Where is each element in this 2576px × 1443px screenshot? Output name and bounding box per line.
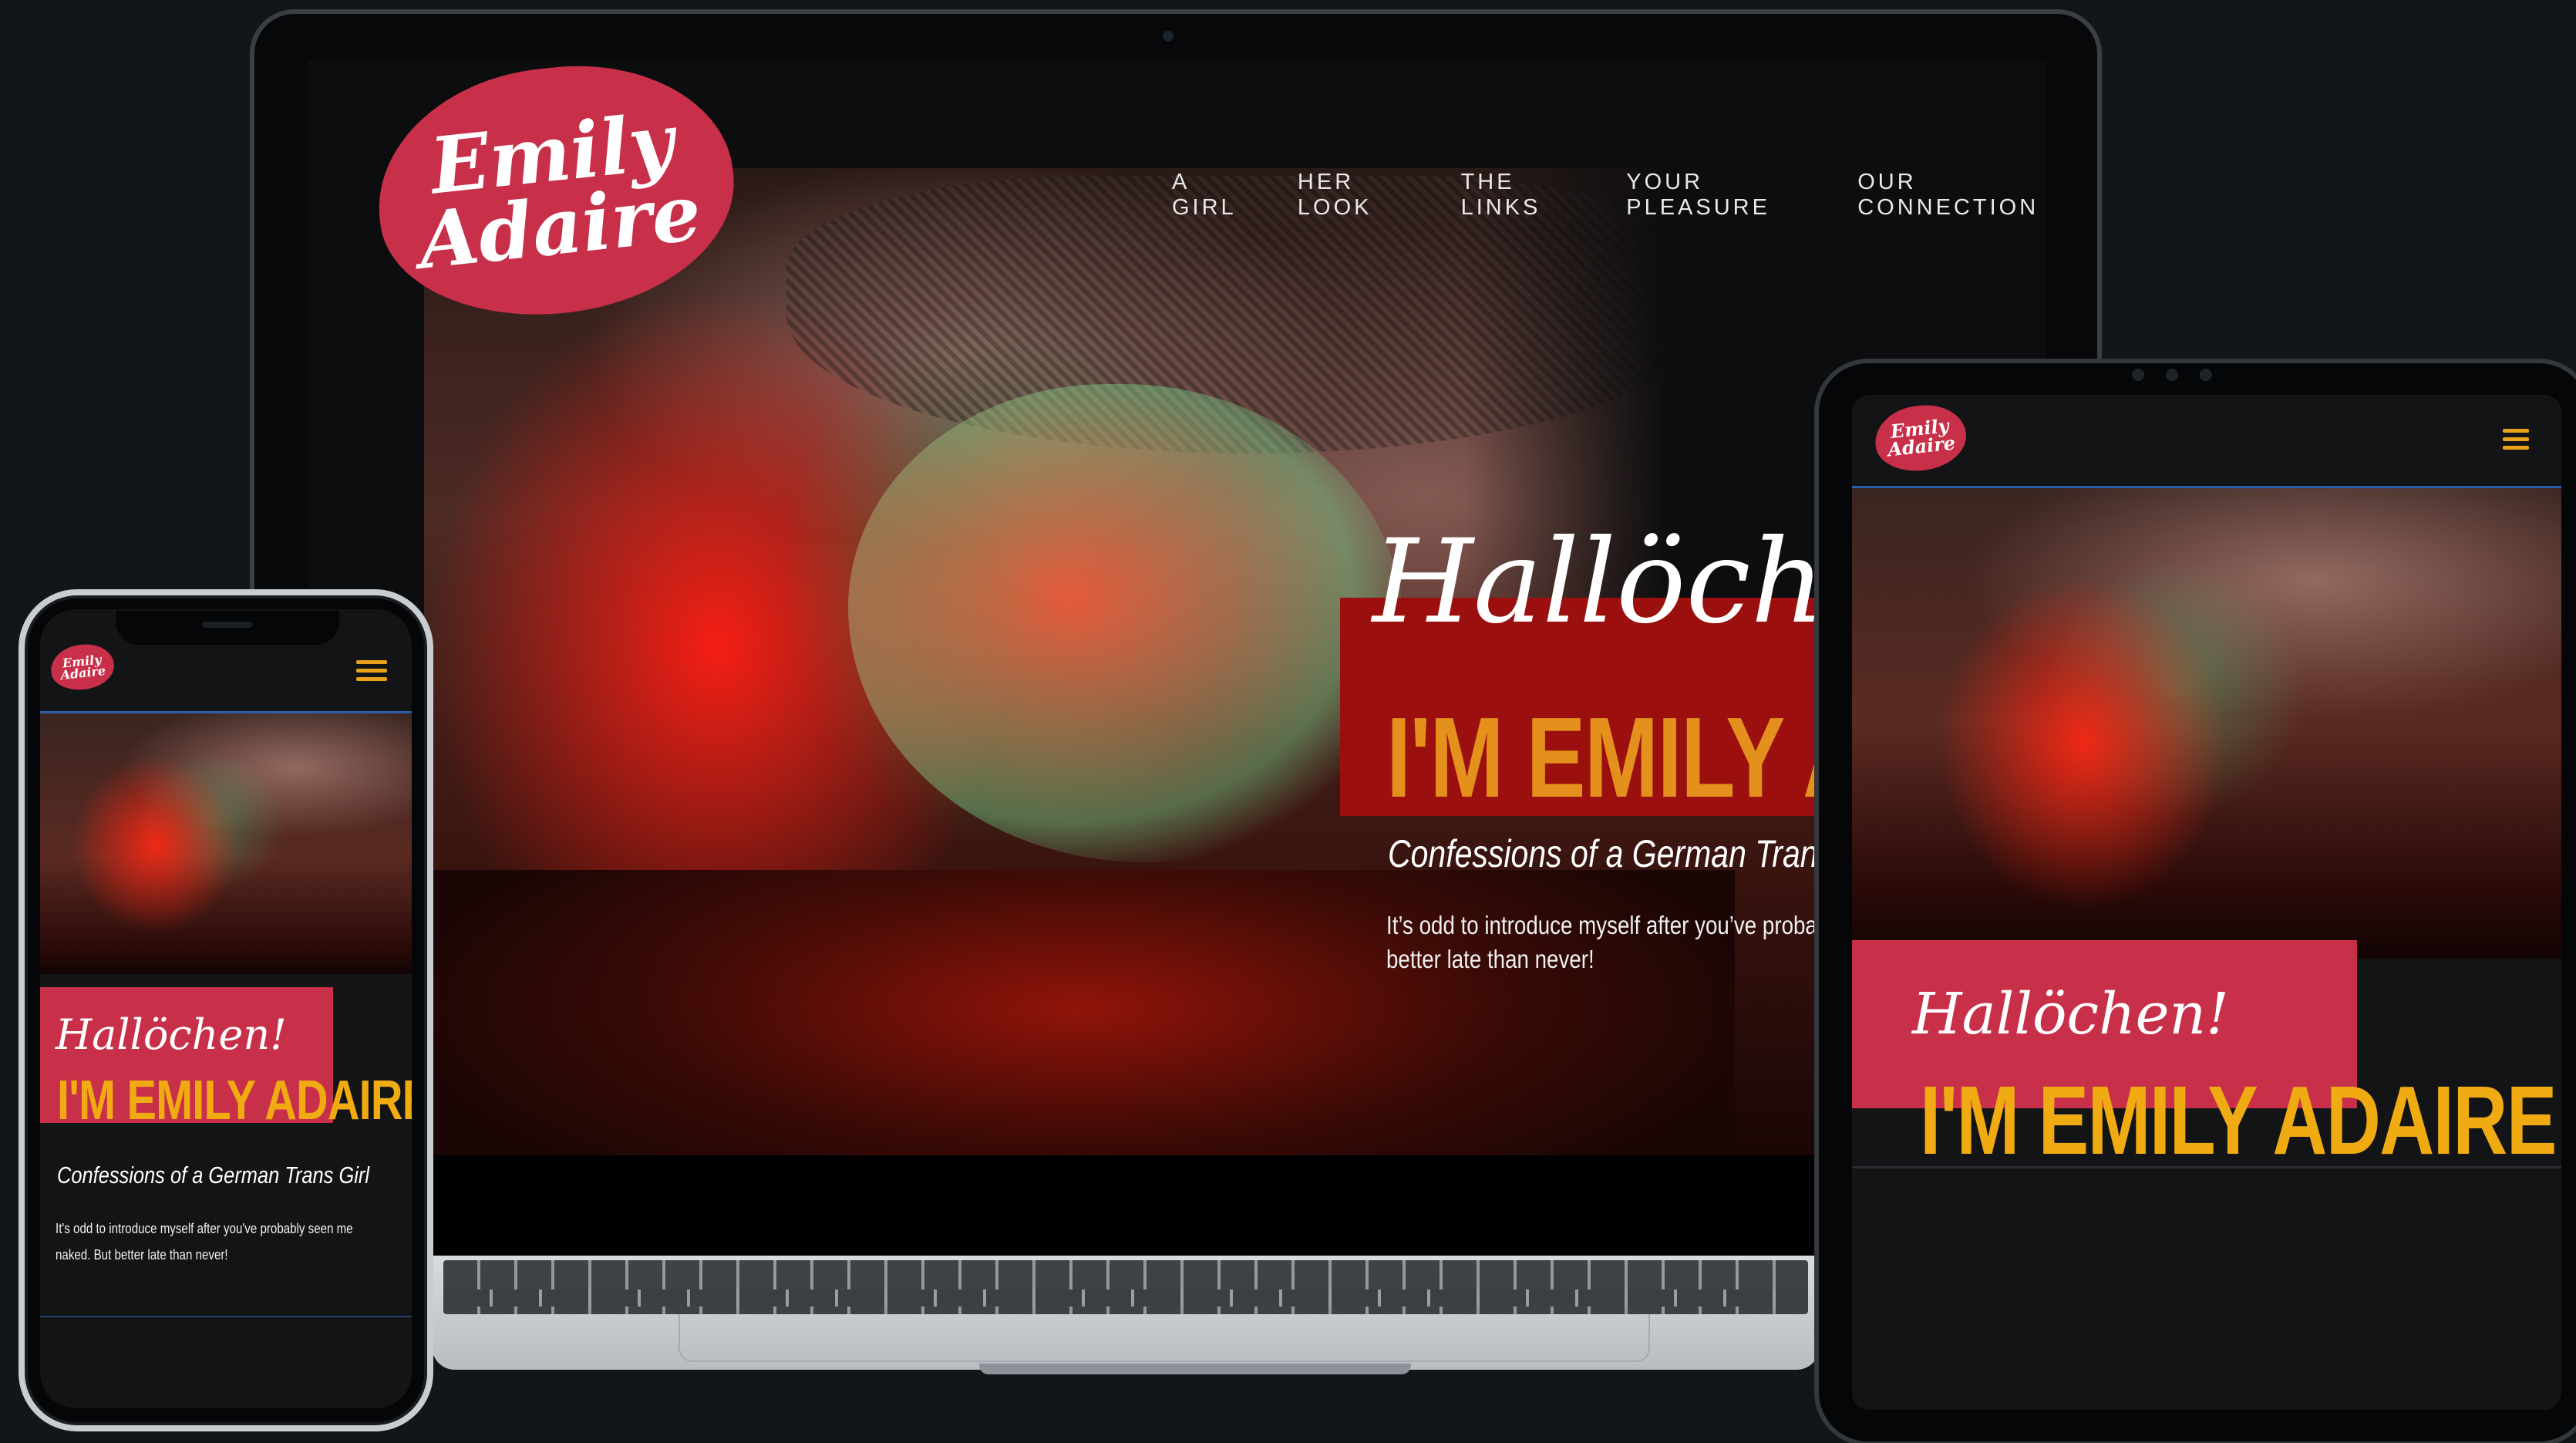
nav-item-a-girl[interactable]: A GIRL (1172, 170, 1241, 220)
main-nav: A GIRL HER LOOK THE LINKS YOUR PLEASURE … (1172, 170, 2046, 220)
laptop-screen: Emily Adaire A GIRL HER LOOK THE LINKS Y… (308, 60, 2046, 1256)
nav-item-your-pleasure[interactable]: YOUR PLEASURE (1626, 170, 1800, 220)
logo-text-line2: Adaire (59, 662, 106, 683)
nav-item-our-connection[interactable]: OUR CONNECTION (1857, 170, 2046, 220)
laptop-base-lip (979, 1364, 1411, 1374)
laptop-camera (1163, 31, 1174, 42)
section-divider (1852, 1166, 2561, 1168)
phone-screen: Emily Adaire Hallöchen! I'M EMILY ADAIRE… (40, 609, 412, 1408)
phone-hero-photo (40, 713, 412, 974)
laptop-keyboard-row (443, 1290, 1808, 1306)
phone-hero-tagline: Confessions of a German Trans Girl (57, 1161, 369, 1188)
phone-notch (116, 611, 339, 645)
tablet-hero-photo (1852, 488, 2561, 959)
hamburger-icon[interactable] (2503, 429, 2529, 450)
tablet-hero-name: I'M EMILY ADAIRE (1920, 1066, 2557, 1175)
nav-item-the-links[interactable]: THE LINKS (1461, 170, 1570, 220)
tablet-site-logo[interactable]: Emily Adaire (1871, 401, 1970, 475)
tablet-camera-bar (2132, 369, 2278, 381)
logo-text-line2: Adaire (414, 166, 705, 287)
hero-tagline: Confessions of a German Tran (1388, 832, 1818, 875)
tablet-sensor (2200, 369, 2212, 381)
logo-text-line2: Adaire (1886, 431, 1957, 461)
phone-site-logo[interactable]: Emily Adaire (49, 641, 116, 693)
phone-hero-greeting: Hallöchen! (56, 1010, 287, 1059)
phone-speaker (202, 622, 253, 628)
phone-hero-name: I'M EMILY ADAIRE (57, 1070, 412, 1131)
phone-hero-intro-line2: naked. But better late than never! (56, 1247, 228, 1263)
laptop-trackpad (679, 1314, 1650, 1362)
hamburger-icon[interactable] (356, 660, 387, 681)
hero-bottom-band (308, 1155, 2046, 1256)
tablet-sensor (2166, 369, 2178, 381)
tablet-hero-greeting: Hallöchen! (1912, 981, 2229, 1047)
tablet-screen: Emily Adaire Hallöchen! I'M EMILY ADAIRE (1852, 395, 2561, 1410)
section-divider (40, 1316, 412, 1317)
tablet-camera (2132, 369, 2144, 381)
phone-hero-intro-line1: It's odd to introduce myself after you'v… (56, 1221, 353, 1236)
nav-item-her-look[interactable]: HER LOOK (1298, 170, 1404, 220)
phone-hero-intro: It's odd to introduce myself after you'v… (56, 1215, 379, 1268)
